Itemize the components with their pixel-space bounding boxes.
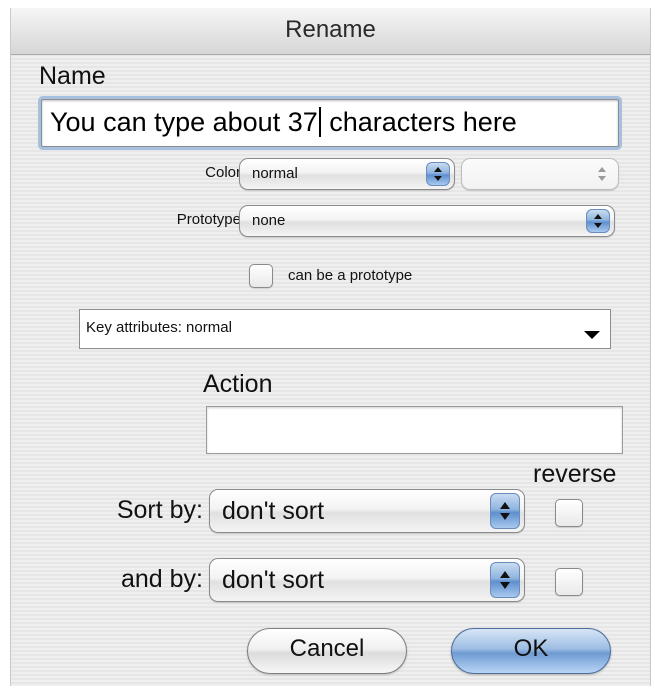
action-label: Action [203,370,273,398]
can-be-prototype-checkbox[interactable] [249,264,273,288]
name-label: Name [39,62,106,90]
name-input[interactable]: You can type about 37 characters here [41,99,619,147]
color-secondary-popup [461,158,619,190]
and-by-reverse-checkbox[interactable] [555,568,583,596]
key-attributes-dropdown[interactable]: Key attributes: normal [79,309,611,349]
sort-by-popup-value: don't sort [222,497,325,525]
color-popup-value: normal [252,165,298,182]
sort-by-label: Sort by: [116,496,203,524]
and-by-popup-value: don't sort [222,566,325,594]
cancel-button-label: Cancel [289,635,365,662]
window-title: Rename [285,16,376,43]
text-caret [318,107,321,137]
prototype-label: Prototype [176,211,241,228]
sort-by-popup[interactable]: don't sort [209,489,525,533]
and-by-label: and by: [120,565,203,593]
up-down-arrows-icon [490,493,520,529]
up-down-arrows-icon [590,162,614,186]
sort-by-reverse-checkbox[interactable] [555,499,583,527]
ok-button[interactable]: OK [451,628,611,674]
prototype-popup[interactable]: none [239,205,615,237]
action-input[interactable] [206,406,623,454]
ok-button-label: OK [513,635,549,662]
key-attributes-value: Key attributes: normal [86,319,232,336]
triangle-down-icon [584,327,600,345]
color-label: Color [205,164,241,181]
up-down-arrows-icon [426,162,450,186]
and-by-popup[interactable]: don't sort [209,558,525,602]
name-input-text-after-caret: characters here [321,107,517,137]
rename-dialog: Rename Name You can type about 37 charac… [10,8,651,686]
title-bar[interactable]: Rename [11,8,650,55]
up-down-arrows-icon [586,209,610,233]
can-be-prototype-label: can be a prototype [288,267,413,284]
name-input-text-before-caret: You can type about 37 [50,107,318,137]
cancel-button[interactable]: Cancel [247,628,407,674]
prototype-popup-value: none [252,212,286,229]
up-down-arrows-icon [490,562,520,598]
color-popup[interactable]: normal [239,158,455,190]
reverse-label: reverse [533,460,617,488]
